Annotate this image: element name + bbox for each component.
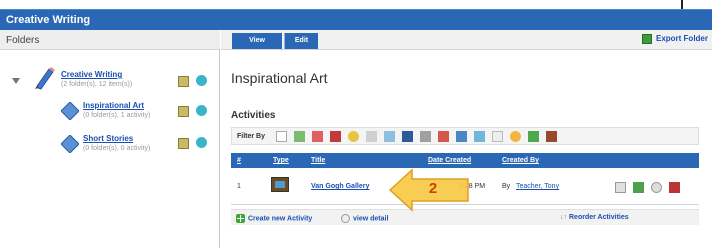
- created-by-prefix: By: [502, 183, 511, 190]
- folder-edit-icon[interactable]: [178, 106, 189, 117]
- sort-icon: ↓↑: [560, 214, 567, 221]
- reorder-activities-label: Reorder Activities: [569, 214, 629, 221]
- reorder-activities-button[interactable]: ↓↑ Reorder Activities: [560, 214, 629, 221]
- delete-icon[interactable]: [669, 182, 680, 193]
- filter-blank-icon[interactable]: [492, 131, 503, 142]
- folder-root-link[interactable]: Creative Writing: [61, 70, 122, 79]
- folder-share-icon[interactable]: [196, 137, 207, 148]
- filter-page-icon[interactable]: [276, 131, 287, 142]
- filter-pdf-icon[interactable]: [312, 131, 323, 142]
- export-folder-label: Export Folder: [655, 34, 708, 44]
- view-detail-label: view detail: [353, 215, 389, 223]
- folder-inspirational-art-link[interactable]: Inspirational Art: [83, 101, 144, 110]
- export-icon: [641, 34, 652, 44]
- folder-edit-icon[interactable]: [178, 76, 189, 87]
- filter-book-icon[interactable]: [528, 131, 539, 142]
- column-created-by[interactable]: Created By: [502, 157, 539, 164]
- folder-inspirational-art-meta: (0 folder(s), 1 activity): [83, 112, 151, 119]
- filter-map-icon[interactable]: [384, 131, 395, 142]
- column-date-created[interactable]: Date Created: [428, 157, 471, 164]
- plus-icon: [236, 214, 245, 223]
- folders-heading: Folders: [6, 35, 40, 46]
- view-detail-button[interactable]: view detail: [341, 214, 388, 223]
- activity-title-link[interactable]: Van Gogh Gallery: [311, 183, 369, 190]
- pencil-icon: [35, 67, 55, 90]
- filter-tools-icon[interactable]: [330, 131, 341, 142]
- folders-panel: Folders Creative Writing (2 folder(s), 1…: [0, 30, 220, 248]
- folder-share-icon[interactable]: [196, 75, 207, 86]
- page-header-title: Creative Writing: [6, 14, 91, 26]
- row-number: 1: [237, 183, 241, 190]
- filter-smile-icon[interactable]: [510, 131, 521, 142]
- filter-pencil-icon[interactable]: [438, 131, 449, 142]
- tab-view[interactable]: View: [232, 33, 282, 49]
- filter-calc-icon[interactable]: [474, 131, 485, 142]
- export-folder-button[interactable]: Export Folder: [641, 34, 708, 44]
- page-title: Inspirational Art: [231, 70, 328, 86]
- filter-link-icon[interactable]: [420, 131, 431, 142]
- folder-short-stories-meta: (0 folder(s), 0 activity): [83, 145, 151, 152]
- folder-share-icon[interactable]: [196, 105, 207, 116]
- folder-short-stories-link[interactable]: Short Stories: [83, 134, 133, 143]
- activities-heading: Activities: [231, 110, 276, 121]
- folder-root-meta: (2 folder(s), 12 item(s)): [61, 81, 133, 88]
- filter-gallery-icon[interactable]: [456, 131, 467, 142]
- column-type[interactable]: Type: [273, 157, 289, 164]
- content-panel: View Edit Export Folder Inspirational Ar…: [221, 30, 712, 248]
- folders-header: Folders: [0, 30, 220, 50]
- folder-diamond-icon: [61, 102, 79, 120]
- settings-icon[interactable]: [651, 182, 662, 193]
- tab-edit[interactable]: Edit: [284, 33, 318, 49]
- create-activity-button[interactable]: Create new Activity: [236, 214, 312, 223]
- expand-arrow-icon[interactable]: [12, 78, 20, 84]
- filter-form-icon[interactable]: [366, 131, 377, 142]
- gallery-type-icon: [271, 177, 289, 192]
- column-title[interactable]: Title: [311, 157, 325, 164]
- tab-bar: View Edit Export Folder: [221, 30, 712, 50]
- preview-icon[interactable]: [615, 182, 626, 193]
- filter-label: Filter By: [237, 133, 266, 140]
- author-link[interactable]: Teacher, Tony: [516, 183, 559, 190]
- folder-diamond-icon: [61, 135, 79, 153]
- filter-basket-icon[interactable]: [546, 131, 557, 142]
- header-bar: Creative Writing: [0, 9, 712, 30]
- create-activity-label: Create new Activity: [248, 215, 313, 223]
- view-icon: [341, 214, 350, 223]
- callout-number: 2: [428, 180, 438, 197]
- filter-bar: Filter By: [231, 127, 699, 145]
- filter-media-icon[interactable]: [402, 131, 413, 142]
- folder-edit-icon[interactable]: [178, 138, 189, 149]
- filter-badge-icon[interactable]: [348, 131, 359, 142]
- filter-doc-icon[interactable]: [294, 131, 305, 142]
- publish-icon[interactable]: [633, 182, 644, 193]
- column-num[interactable]: #: [237, 157, 241, 164]
